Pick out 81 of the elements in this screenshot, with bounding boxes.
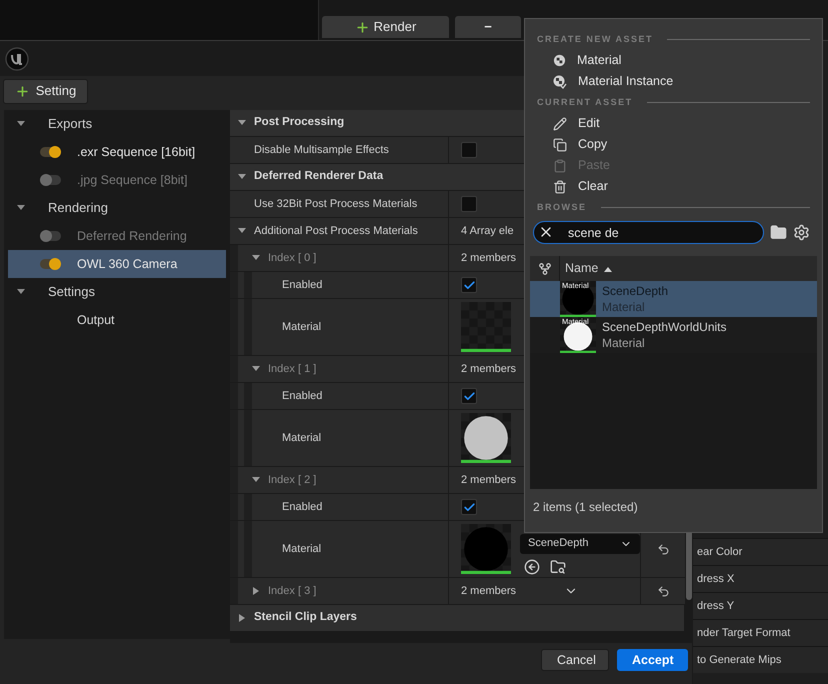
material-instance-icon <box>553 74 567 88</box>
collapse-arrow-icon[interactable] <box>251 586 261 596</box>
tree-item[interactable]: .jpg Sequence [8bit] <box>8 166 226 194</box>
property-label: Deferred Renderer Data <box>254 169 384 184</box>
arrow-left-icon[interactable] <box>524 558 540 574</box>
property-label: Disable Multisample Effects <box>253 142 389 158</box>
property-label: Enabled <box>281 278 322 293</box>
asset-type: Material <box>602 335 646 351</box>
property-label: Index [ 0 ] <box>268 250 316 266</box>
reset-icon[interactable] <box>656 542 670 556</box>
search-field[interactable]: scene de <box>533 221 764 244</box>
toggle-switch[interactable] <box>40 259 61 269</box>
property-label: dress X <box>697 572 734 587</box>
property-value: 4 Array ele <box>461 224 514 239</box>
tree-item[interactable]: .exr Sequence [16bit] <box>8 138 226 166</box>
asset-type: Material <box>602 299 646 315</box>
menu-item[interactable]: Copy <box>525 134 822 155</box>
tree-item[interactable]: Deferred Rendering <box>8 222 226 250</box>
paste-icon <box>553 158 567 172</box>
tree-item[interactable]: Exports <box>8 110 226 138</box>
property-label: ear Color <box>697 544 742 560</box>
property-label: Stencil Clip Layers <box>254 610 357 626</box>
settings-icon[interactable] <box>793 224 810 240</box>
checkbox[interactable] <box>461 142 477 158</box>
tree-item[interactable]: OWL 360 Camera <box>8 250 226 278</box>
property-label: Enabled <box>281 500 322 515</box>
asset-name: SceneDepth <box>602 283 668 299</box>
folder-search-icon[interactable] <box>550 558 566 574</box>
plus-icon <box>14 84 30 98</box>
checkbox[interactable] <box>461 196 477 212</box>
property-label: Index [ 2 ] <box>268 472 316 488</box>
property-value: 2 members <box>461 472 516 488</box>
property-label: Index [ 3 ] <box>268 584 316 599</box>
cancel-button[interactable]: Cancel <box>541 649 609 671</box>
toggle-switch[interactable] <box>40 231 61 241</box>
section-heading: CREATE NEW ASSET <box>537 32 654 46</box>
status-text: 2 items (1 selected) <box>533 499 638 516</box>
property-label: Material <box>281 320 322 335</box>
property-value: 2 members <box>461 362 516 377</box>
section-heading: CURRENT ASSET <box>537 96 633 109</box>
accept-button[interactable]: Accept <box>617 649 688 671</box>
menu-item[interactable]: Material <box>525 50 822 71</box>
property-label: Material <box>281 430 322 446</box>
property-label: to Generate Mips <box>697 652 782 668</box>
folder-icon[interactable] <box>770 224 787 240</box>
tree-item[interactable]: Output <box>8 306 226 334</box>
tree-item[interactable]: Rendering <box>8 194 226 222</box>
property-label: Post Processing <box>254 115 344 130</box>
tree-item[interactable]: Settings <box>8 278 226 306</box>
property-label: Use 32Bit Post Process Materials <box>253 196 418 212</box>
add-setting-button[interactable]: Setting <box>3 78 88 104</box>
checkbox[interactable] <box>461 499 477 515</box>
remove-button[interactable]: − <box>455 16 521 38</box>
logo-icon <box>5 46 29 70</box>
section-heading: BROWSE <box>537 200 586 214</box>
property-label: Enabled <box>281 388 322 404</box>
trash-icon <box>553 180 567 194</box>
property-label: Material <box>281 542 322 557</box>
menu-item[interactable]: Edit <box>525 113 822 134</box>
copy-icon <box>553 138 567 152</box>
checkbox[interactable] <box>461 277 477 293</box>
toggle-switch[interactable] <box>40 175 61 185</box>
property-label: nder Target Format <box>697 626 790 641</box>
property-value: 2 members <box>461 584 516 599</box>
property-value: 2 members <box>461 250 516 266</box>
menu-item[interactable]: Material Instance <box>525 71 822 92</box>
toggle-switch[interactable] <box>40 147 61 157</box>
reset-icon[interactable] <box>656 584 670 598</box>
material-sphere-icon <box>553 54 566 67</box>
pencil-icon <box>553 116 567 130</box>
asset-name: SceneDepthWorldUnits <box>602 319 727 335</box>
add-button[interactable]: Render <box>322 16 449 38</box>
plus-icon <box>354 20 370 34</box>
asset-dropdown[interactable]: SceneDepth <box>520 534 640 554</box>
property-label: Additional Post Process Materials <box>254 224 418 239</box>
collapse-arrow-icon[interactable] <box>237 613 247 623</box>
property-label: Index [ 1 ] <box>268 362 316 377</box>
checkbox[interactable] <box>461 388 477 404</box>
menu-item[interactable]: Clear <box>525 176 822 197</box>
property-label: dress Y <box>697 598 734 614</box>
branch-icon[interactable] <box>538 262 552 276</box>
